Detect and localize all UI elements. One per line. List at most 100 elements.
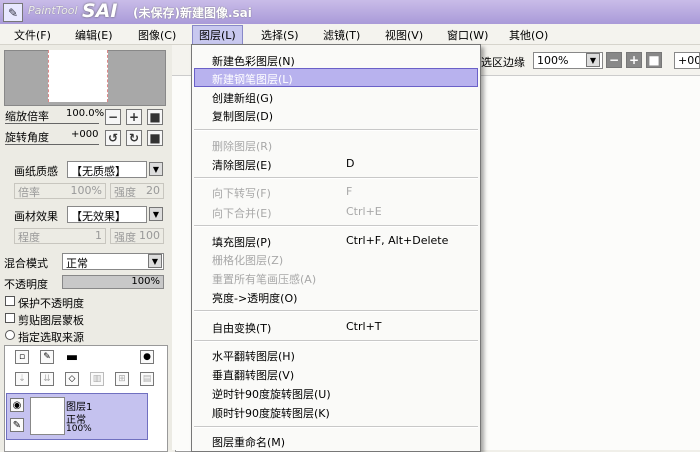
effect-degree-field: 程度 1 [14, 228, 106, 244]
paper-strength-field: 强度 20 [110, 183, 164, 199]
paper-strength-label: 强度 [114, 186, 136, 199]
menu-separator [194, 426, 478, 428]
opacity-slider[interactable]: 100% [62, 275, 164, 289]
protect-opacity-checkbox[interactable] [5, 296, 15, 306]
toolbar-rotate-field[interactable]: +000 [674, 52, 700, 69]
menu-item-reset-pressure[interactable]: 重置所有笔画压感(A) [212, 271, 316, 287]
menu-image[interactable]: 图像(C) [138, 27, 176, 43]
paper-label: 画纸质感 [14, 165, 58, 178]
protect-opacity-label: 保护不透明度 [18, 297, 84, 310]
effect-strength-value: 100 [139, 229, 160, 242]
menu-item-luminance-to-alpha[interactable]: 亮度->透明度(O) [212, 290, 297, 306]
rotate-reset-button[interactable]: ■ [147, 130, 163, 146]
menu-item-free-transform[interactable]: 自由变换(T) [212, 320, 271, 336]
shortcut-clear-layer: D [346, 157, 355, 170]
menu-separator [194, 340, 478, 342]
paper-select[interactable]: 【无质感】 [67, 161, 147, 178]
menu-item-rasterize[interactable]: 栅格化图层(Z) [212, 252, 283, 268]
new-folder-icon[interactable]: ▬ [65, 350, 79, 365]
opacity-label: 不透明度 [4, 278, 48, 291]
selection-edge-label: 选区边缘 [481, 56, 525, 69]
menu-file[interactable]: 文件(F) [14, 27, 51, 43]
effect-strength-label: 强度 [114, 231, 136, 244]
blend-mode-label: 混合模式 [4, 257, 48, 270]
paper-rate-label: 倍率 [18, 186, 40, 199]
app-icon: ✎ [3, 3, 23, 22]
menu-edit[interactable]: 编辑(E) [75, 27, 113, 43]
selection-source-radio[interactable] [5, 330, 15, 340]
toolbar-zoom-reset-button[interactable]: ■ [646, 52, 662, 68]
menu-item-rename-layer[interactable]: 图层重命名(M) [212, 434, 285, 450]
menu-item-merge-down[interactable]: 向下合并(E) [212, 205, 272, 221]
zoom-in-button[interactable]: + [126, 109, 142, 125]
eye-visibility-icon[interactable]: ◉ [10, 398, 24, 412]
menu-bar: 文件(F) 编辑(E) 图像(C) 图层(L) 选择(S) 滤镜(T) 视图(V… [0, 24, 700, 45]
effect-strength-field: 强度 100 [110, 228, 164, 244]
logo-text-small: PaintTool [28, 4, 78, 17]
menu-item-flip-horizontal[interactable]: 水平翻转图层(H) [212, 348, 295, 364]
paper-rate-field: 倍率 100% [14, 183, 106, 199]
pen-lock-icon[interactable]: ✎ [10, 418, 24, 432]
shortcut-free-transform: Ctrl+T [346, 320, 382, 333]
menu-separator [194, 225, 478, 227]
menu-item-duplicate-layer[interactable]: 复制图层(D) [212, 108, 273, 124]
merge-visible-icon[interactable]: ⊞ [115, 372, 129, 386]
menu-item-new-color-layer[interactable]: 新建色彩图层(N) [212, 53, 295, 69]
menu-window[interactable]: 窗口(W) [447, 27, 488, 43]
transfer-down-icon[interactable]: ⇣ [15, 372, 29, 386]
clip-mask-label: 剪贴图层蒙板 [18, 314, 84, 327]
menu-separator [194, 177, 478, 179]
menu-item-new-pen-layer[interactable]: 新建钢笔图层(L) [212, 71, 293, 87]
rotate-cw-button[interactable]: ↻ [126, 130, 142, 146]
paper-rate-value: 100% [70, 184, 102, 197]
effect-degree-label: 程度 [18, 231, 40, 244]
document-title: (未保存)新建图像.sai [133, 6, 252, 20]
menu-item-fill-layer[interactable]: 填充图层(P) [212, 234, 271, 250]
paper-strength-value: 20 [146, 184, 160, 197]
flatten-icon[interactable]: ▤ [140, 372, 154, 386]
new-layer-icon[interactable]: ▫ [15, 350, 29, 364]
rotate-slider[interactable] [5, 134, 99, 145]
layer-dropdown-menu: 新建色彩图层(N) 新建钢笔图层(L) 创建新组(G) 复制图层(D) 删除图层… [191, 44, 481, 452]
shortcut-merge-down: Ctrl+E [346, 205, 382, 218]
menu-item-flip-vertical[interactable]: 垂直翻转图层(V) [212, 367, 294, 383]
menu-filter[interactable]: 滤镜(T) [323, 27, 360, 43]
mask-layer-icon[interactable]: ● [140, 350, 154, 364]
clear-layer-icon[interactable]: ◇ [65, 372, 79, 386]
effect-degree-value: 1 [95, 229, 102, 242]
menu-layer[interactable]: 图层(L) [192, 25, 243, 45]
menu-view[interactable]: 视图(V) [385, 27, 423, 43]
effect-select[interactable]: 【无效果】 [67, 206, 147, 223]
menu-item-rotate-cw[interactable]: 顺时针90度旋转图层(K) [212, 405, 330, 421]
shortcut-fill-layer: Ctrl+F, Alt+Delete [346, 234, 449, 247]
rotate-ccw-button[interactable]: ↺ [105, 130, 121, 146]
layer-opacity: 100% [66, 424, 92, 434]
menu-separator [194, 129, 478, 131]
navigator-canvas [48, 50, 108, 102]
blend-mode-arrow-icon[interactable]: ▼ [148, 254, 162, 268]
menu-item-rotate-ccw[interactable]: 逆时针90度旋转图层(U) [212, 386, 331, 402]
merge-down-icon[interactable]: ⇊ [40, 372, 54, 386]
menu-item-clear-layer[interactable]: 清除图层(E) [212, 157, 272, 173]
toolbar-zoom-arrow-icon[interactable]: ▼ [586, 53, 600, 67]
menu-item-new-group[interactable]: 创建新组(G) [212, 90, 273, 106]
zoom-out-button[interactable]: − [105, 109, 121, 125]
logo-text-big: SAI [82, 0, 118, 22]
shortcut-transfer-down: F [346, 185, 353, 198]
menu-separator [194, 310, 478, 312]
zoom-reset-button[interactable]: ■ [147, 109, 163, 125]
effect-select-arrow-icon[interactable]: ▼ [149, 207, 163, 221]
menu-item-transfer-down[interactable]: 向下转写(F) [212, 185, 271, 201]
zoom-slider[interactable] [5, 113, 99, 124]
trash-icon[interactable]: ▥ [90, 372, 104, 386]
layer-thumbnail [30, 397, 65, 435]
menu-select[interactable]: 选择(S) [261, 27, 299, 43]
toolbar-zoom-out-button[interactable]: − [606, 52, 622, 68]
clip-mask-checkbox[interactable] [5, 313, 15, 323]
menu-other[interactable]: 其他(O) [509, 27, 548, 43]
new-pen-layer-icon[interactable]: ✎ [40, 350, 54, 364]
effect-label: 画材效果 [14, 210, 58, 223]
toolbar-zoom-in-button[interactable]: + [626, 52, 642, 68]
menu-item-delete-layer[interactable]: 删除图层(R) [212, 138, 272, 154]
paper-select-arrow-icon[interactable]: ▼ [149, 162, 163, 176]
